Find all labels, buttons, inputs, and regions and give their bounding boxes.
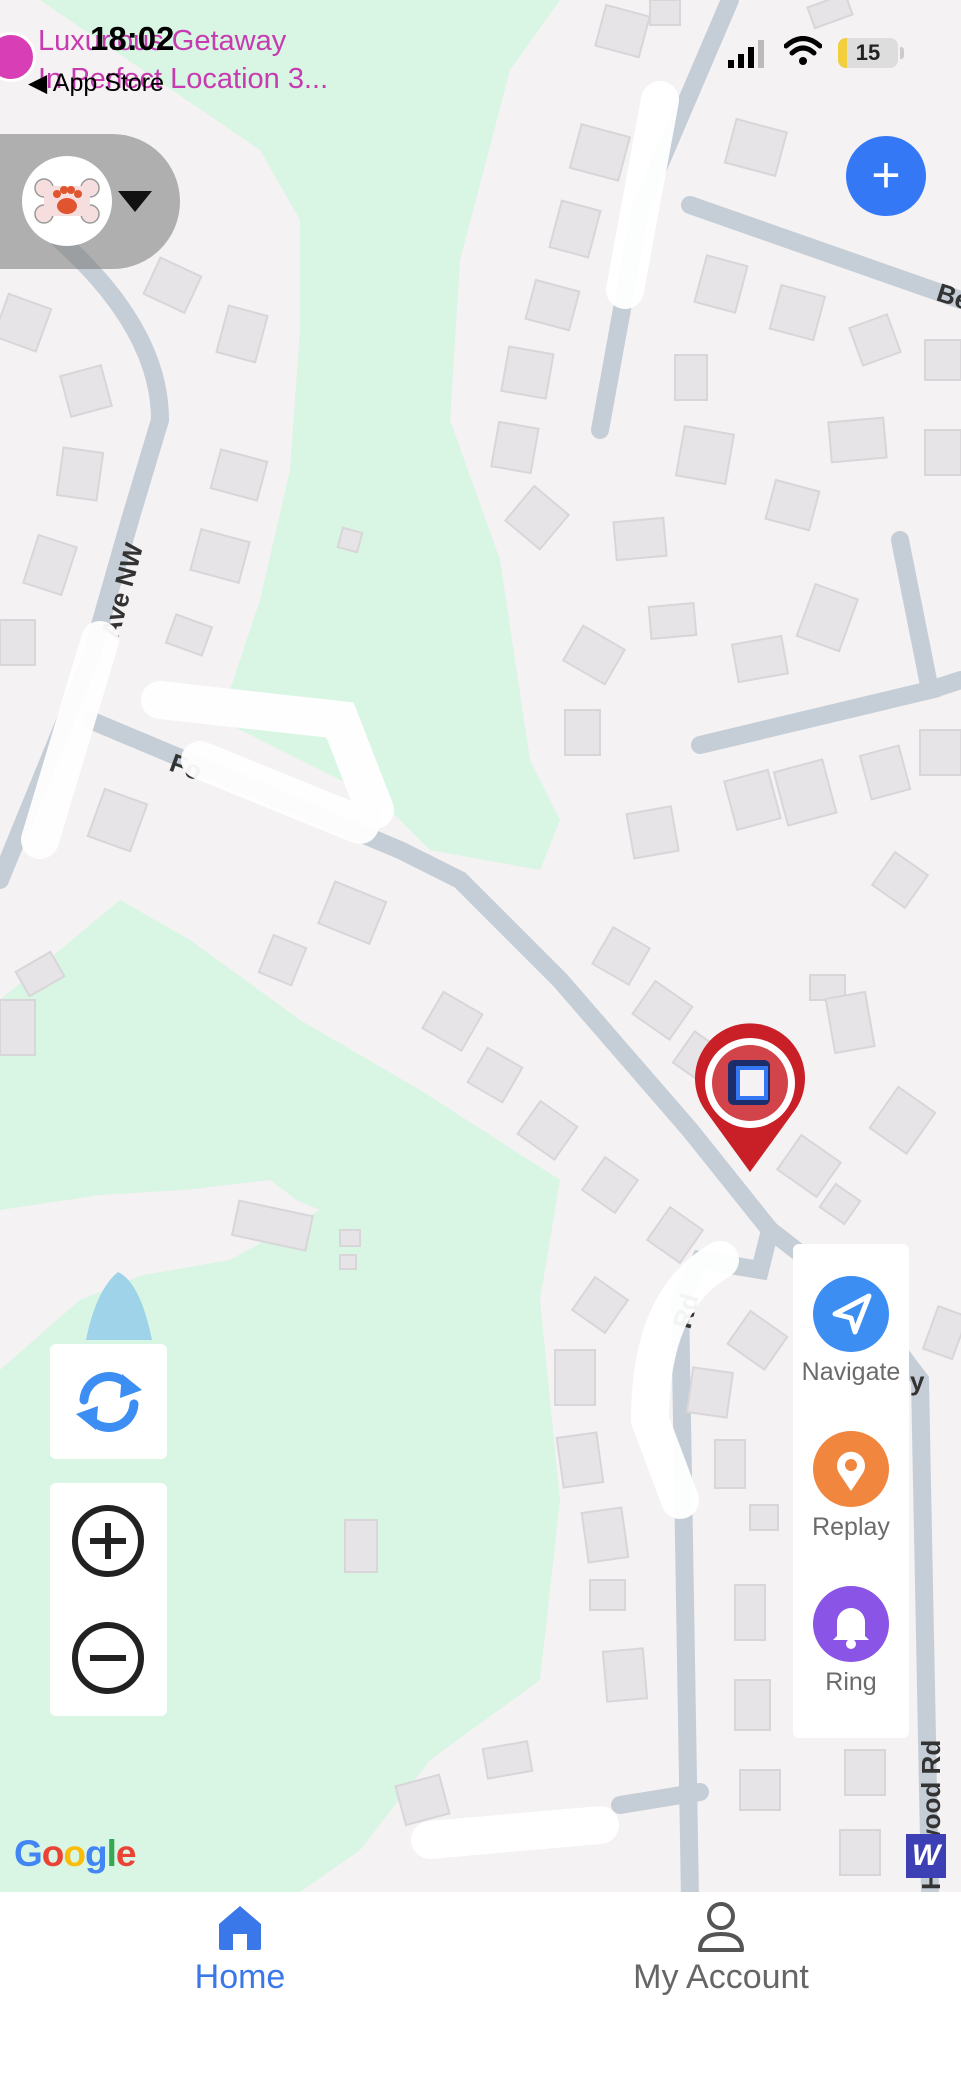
replay-label: Replay [812, 1513, 890, 1541]
tab-home[interactable]: Home [0, 1892, 480, 2012]
status-bar: Luxurious Getaway In Perfect Location 3.… [0, 0, 961, 97]
paw-bone-icon [34, 178, 100, 224]
cellular-signal-icon [728, 40, 764, 68]
chevron-down-icon[interactable] [118, 191, 152, 212]
wifi-icon [784, 36, 822, 65]
tab-home-label: Home [194, 1958, 286, 1996]
back-to-app-store-link[interactable]: ◀ App Store [28, 68, 164, 98]
pet-avatar[interactable] [22, 156, 112, 246]
refresh-icon [76, 1372, 142, 1432]
location-pin-icon [813, 1431, 889, 1507]
account-icon [698, 1902, 744, 1952]
home-icon [219, 1906, 261, 1950]
navigate-button[interactable]: Navigate [793, 1276, 909, 1387]
tab-my-account-label: My Account [633, 1958, 809, 1996]
replay-button[interactable]: Replay [793, 1431, 909, 1542]
add-device-button[interactable]: + [846, 136, 926, 216]
pet-selector[interactable] [0, 134, 180, 269]
ring-label: Ring [825, 1668, 877, 1696]
watermark-logo: W [906, 1834, 946, 1878]
zoom-in-button[interactable] [50, 1483, 167, 1599]
battery-indicator: 15 [838, 38, 898, 68]
tab-my-account[interactable]: My Account [481, 1892, 961, 2012]
street-label: y [910, 1366, 925, 1396]
navigate-label: Navigate [801, 1358, 901, 1386]
tab-bar: Home My Account [0, 1892, 961, 2080]
navigate-icon [813, 1276, 889, 1352]
battery-tip [900, 47, 904, 59]
status-time: 18:02 [90, 20, 175, 57]
battery-level: 15 [855, 40, 881, 65]
action-panel: Navigate Replay Ring [793, 1244, 909, 1738]
bell-icon [813, 1586, 889, 1662]
zoom-out-button[interactable] [50, 1600, 167, 1716]
zoom-controls [50, 1483, 167, 1716]
ring-button[interactable]: Ring [793, 1586, 909, 1697]
plus-icon: + [871, 147, 901, 203]
refresh-button[interactable] [50, 1344, 167, 1459]
google-logo: Google [14, 1833, 136, 1874]
